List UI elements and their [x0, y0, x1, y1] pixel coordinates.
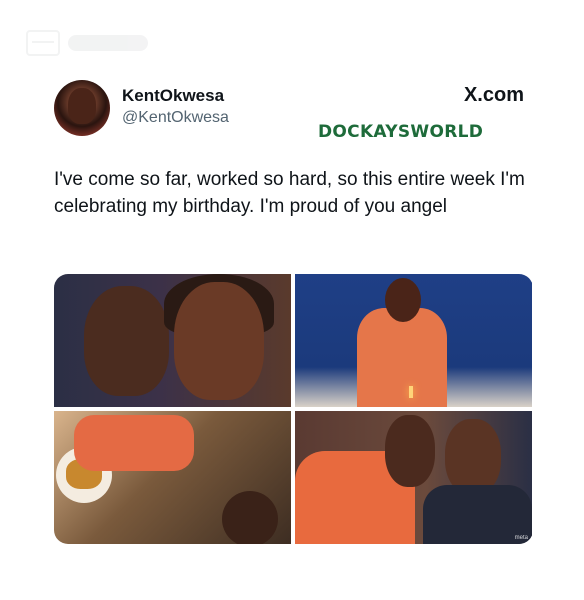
watermark-logo: [68, 35, 148, 51]
photo-3[interactable]: [54, 411, 291, 544]
display-name[interactable]: KentOkwesa: [122, 86, 224, 106]
watermark-icon: [26, 30, 60, 56]
photo-1[interactable]: [54, 274, 291, 407]
photo-4[interactable]: meta: [295, 411, 532, 544]
tweet-text: I've come so far, worked so hard, so thi…: [54, 169, 525, 217]
site-label: X.com: [463, 84, 524, 106]
brand-watermark: DOCKAYSWORLD: [318, 122, 484, 142]
photo-corner-tag: meta: [514, 535, 528, 541]
user-handle[interactable]: @KentOkwesa: [122, 109, 229, 127]
photo-2[interactable]: [295, 274, 532, 407]
photo-grid: meta: [54, 274, 533, 544]
app-watermark: [26, 30, 148, 56]
avatar[interactable]: [54, 80, 110, 136]
